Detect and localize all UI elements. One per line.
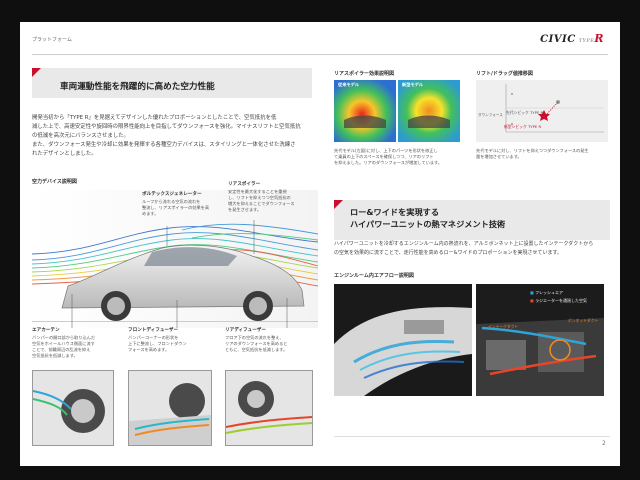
rear-diffuser-photo — [225, 370, 313, 446]
spoiler-caption: リアスポイラー効果説明図 — [334, 71, 395, 77]
lift-axis-label: ダウンフォース — [478, 113, 503, 117]
spoiler-label-new: 新型モデル — [402, 82, 423, 87]
viewer-top-bar — [0, 0, 640, 22]
aero-body: 開発当初から「TYPE R」を見据えてデザインした優れたプロポーションとしたこと… — [32, 115, 301, 157]
engine-room-photo-left — [334, 284, 472, 396]
footer-divider — [334, 436, 610, 437]
lift-drag-caption: リフト/ドラッグ値推移図 — [476, 71, 533, 77]
callout-rear-diffuser: リアディフューザー フロア下の空気の流れを整え、 リアのダウンフォースを高めると… — [225, 328, 288, 352]
lift-legend-old: 先代シビック TYPE R — [506, 110, 544, 115]
header-divider — [32, 54, 608, 55]
lift-text: 先代モデルに対し、リフトを抑えつつダウンフォースの発生 量を増加させています。 — [476, 148, 589, 159]
brochure-page: プラットフォーム CIVIC TYPER 車両運動性能を飛躍的に高めた空力性能 開… — [20, 22, 620, 466]
section-header: プラットフォーム — [32, 37, 72, 43]
callout-rear-spoiler: リアスポイラー 安定性を最大化することを重視 し、リフトを抑えつつ空気抵抗の 増… — [228, 182, 295, 212]
heat-body: ハイパワーユニットを冷却するエンジンルーム内の熱流れを、アルミボンネット上に設置… — [334, 241, 594, 256]
callout-vortex-generator: ボルテックスジェネレーター ルーフから流れる空気の流れを 整流し、リアスポイラー… — [142, 192, 210, 216]
page-number: 2 — [602, 440, 606, 447]
red-corner-marker-2 — [334, 200, 343, 209]
label-intake-duct: インテークダクト — [488, 324, 519, 329]
spoiler-text: 先代モデル(左図)に対し、上下のパーツを形状を修正し て乗員の上下のスペースを確… — [334, 148, 442, 165]
aero-diagram-caption: 空力デバイス説明図 — [32, 179, 77, 185]
civic-type-r-logo: CIVIC TYPER — [540, 32, 604, 45]
label-bonnet-duct: ボンネットダクト — [568, 318, 599, 323]
red-corner-marker — [32, 68, 41, 77]
legend-hot-air: ■ ラジエーターを通過した空気 — [530, 298, 587, 303]
spoiler-label-old: 従来モデル — [338, 82, 359, 87]
air-curtain-photo — [32, 370, 114, 446]
engine-airflow-caption: エンジンルーム内エアフロー説明図 — [334, 273, 414, 279]
lift-legend-new: 新型シビック TYPE R — [504, 124, 542, 129]
spoiler-flow-diagram — [334, 80, 460, 142]
heat-title: ロー&ワイドを実現する ハイパワーユニットの熱マネジメント技術 — [350, 207, 506, 229]
callout-front-diffuser: フロントディフューザー バンパーコーナーの形状を 上下に整流し、フロントダウン … — [128, 328, 187, 352]
aero-title: 車両運動性能を飛躍的に高めた空力性能 — [60, 82, 215, 92]
legend-fresh-air: ■ フレッシュエア — [530, 290, 564, 295]
front-diffuser-photo — [128, 370, 212, 446]
viewer-bottom-bar — [0, 466, 640, 480]
callout-air-curtain: エアカーテン バンパーの開口部から取り込んだ 空気をホイールハウス側面に流す こ… — [32, 328, 96, 358]
